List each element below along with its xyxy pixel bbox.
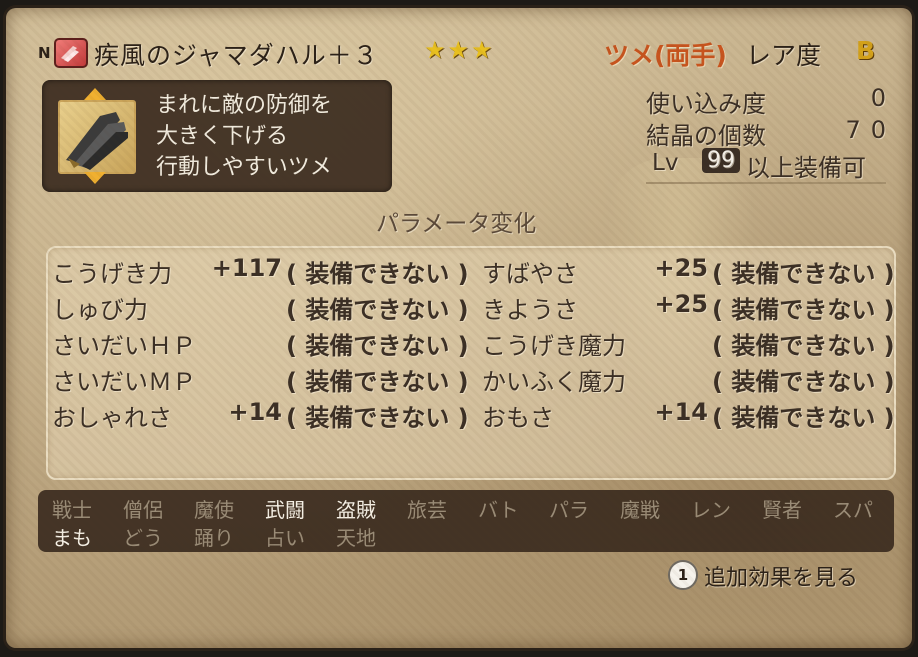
param-name: きようさ bbox=[482, 296, 578, 324]
param-status: ( 装備できない ) bbox=[286, 260, 469, 288]
job-disabled: レン bbox=[691, 498, 731, 522]
job-disabled: 旅芸 bbox=[407, 498, 447, 522]
job-enabled: まも bbox=[52, 526, 92, 550]
button-1-icon[interactable]: 1 bbox=[668, 560, 698, 590]
param-status: ( 装備できない ) bbox=[286, 296, 469, 324]
job-disabled: 戦士 bbox=[52, 498, 92, 522]
param-status: ( 装備できない ) bbox=[286, 404, 469, 432]
lv-text: 以上装備可 bbox=[746, 154, 866, 182]
rank-stars: ★★★ bbox=[424, 36, 495, 64]
param-status: ( 装備できない ) bbox=[712, 260, 895, 288]
claw-category-icon bbox=[54, 38, 88, 68]
param-status: ( 装備できない ) bbox=[712, 404, 895, 432]
description-line: まれに敵の防御を bbox=[156, 93, 333, 118]
job-disabled: どう bbox=[123, 526, 163, 550]
param-status: ( 装備できない ) bbox=[712, 332, 895, 360]
param-status: ( 装備できない ) bbox=[712, 368, 895, 396]
prev-item-arrow-icon[interactable] bbox=[84, 88, 106, 100]
table-row: おしゃれさ +14 ( 装備できない ) おもさ +14 ( 装備できない ) bbox=[48, 398, 895, 432]
item-category: ツメ(両手) bbox=[604, 41, 727, 70]
crystal-label: 結晶の個数 bbox=[646, 122, 766, 150]
param-value: +117 bbox=[211, 254, 282, 282]
param-name: しゅび力 bbox=[52, 296, 148, 324]
rarity-value: B bbox=[856, 36, 876, 65]
job-enabled: 武闘 bbox=[265, 498, 305, 522]
weapon-thumbnail-icon bbox=[58, 100, 136, 174]
param-value: +25 bbox=[654, 290, 708, 318]
param-name: かいふく魔力 bbox=[482, 368, 626, 396]
param-value: +25 bbox=[654, 254, 708, 282]
more-effects-label[interactable]: 追加効果を見る bbox=[704, 560, 858, 592]
usage-value: 0 bbox=[870, 84, 896, 112]
job-disabled: パラ bbox=[549, 498, 589, 522]
item-selector[interactable] bbox=[56, 88, 136, 184]
param-name: おもさ bbox=[482, 404, 554, 432]
description-line: 大きく下げる bbox=[156, 124, 289, 149]
parameter-table: こうげき力 +117 ( 装備できない ) すばやさ +25 ( 装備できない … bbox=[46, 246, 896, 480]
usage-label: 使い込み度 bbox=[646, 90, 766, 118]
param-value: +14 bbox=[228, 398, 282, 426]
job-disabled: 賢者 bbox=[762, 498, 802, 522]
param-name: さいだいＭＰ bbox=[52, 368, 196, 396]
item-detail-panel: N 疾風のジャマダハル＋３ ★★★ ツメ(両手) レア度 B まれに敵の防御を … bbox=[6, 8, 912, 648]
param-status: ( 装備できない ) bbox=[286, 332, 469, 360]
next-item-arrow-icon[interactable] bbox=[84, 172, 106, 184]
crystal-row: 結晶の個数 70 bbox=[646, 116, 886, 150]
job-enabled: 盗賊 bbox=[336, 498, 376, 522]
item-stats-info: 使い込み度 0 結晶の個数 70 Lv 99 以上装備可 bbox=[646, 84, 886, 184]
usage-row: 使い込み度 0 bbox=[646, 84, 886, 118]
lv-tag: Lv bbox=[652, 150, 679, 176]
equippable-jobs: 戦士 僧侶 魔使 武闘 盗賊 旅芸 バト パラ 魔戦 レン 賢者 スパまも どう 踊り 占い 天地 bbox=[38, 490, 894, 552]
table-row: こうげき力 +117 ( 装備できない ) すばやさ +25 ( 装備できない … bbox=[48, 254, 895, 288]
description-box: まれに敵の防御を 大きく下げる 行動しやすいツメ bbox=[42, 80, 392, 192]
param-name: こうげき力 bbox=[52, 260, 172, 288]
param-value: +14 bbox=[654, 398, 708, 426]
job-disabled: 魔使 bbox=[194, 498, 234, 522]
rarity-label: レア度 bbox=[746, 41, 822, 70]
params-title: パラメータ変化 bbox=[376, 211, 537, 237]
job-disabled: スパ bbox=[833, 498, 873, 522]
param-status: ( 装備できない ) bbox=[712, 296, 895, 324]
item-header: N 疾風のジャマダハル＋３ ★★★ ツメ(両手) レア度 B bbox=[34, 34, 894, 74]
job-disabled: 占い bbox=[265, 526, 305, 550]
item-name: 疾風のジャマダハル＋３ bbox=[94, 41, 379, 70]
description-line: 行動しやすいツメ bbox=[156, 155, 332, 180]
job-disabled: 踊り bbox=[194, 526, 234, 550]
param-name: さいだいＨＰ bbox=[52, 332, 196, 360]
lv-value: 99 bbox=[702, 148, 740, 173]
level-requirement-row: Lv 99 以上装備可 bbox=[646, 148, 886, 184]
job-disabled: 魔戦 bbox=[620, 498, 660, 522]
table-row: さいだいＨＰ ( 装備できない ) こうげき魔力 ( 装備できない ) bbox=[48, 326, 895, 360]
table-row: しゅび力 ( 装備できない ) きようさ +25 ( 装備できない ) bbox=[48, 290, 895, 324]
crystal-value: 70 bbox=[845, 116, 896, 144]
param-name: すばやさ bbox=[482, 260, 578, 288]
param-name: こうげき魔力 bbox=[482, 332, 626, 360]
job-disabled: 天地 bbox=[336, 526, 376, 550]
item-badge: N bbox=[38, 44, 51, 62]
job-disabled: 僧侶 bbox=[123, 498, 163, 522]
param-name: おしゃれさ bbox=[52, 404, 172, 432]
table-row: さいだいＭＰ ( 装備できない ) かいふく魔力 ( 装備できない ) bbox=[48, 362, 895, 396]
item-description: まれに敵の防御を 大きく下げる 行動しやすいツメ bbox=[156, 90, 332, 183]
job-disabled: バト bbox=[478, 498, 519, 522]
param-status: ( 装備できない ) bbox=[286, 368, 469, 396]
